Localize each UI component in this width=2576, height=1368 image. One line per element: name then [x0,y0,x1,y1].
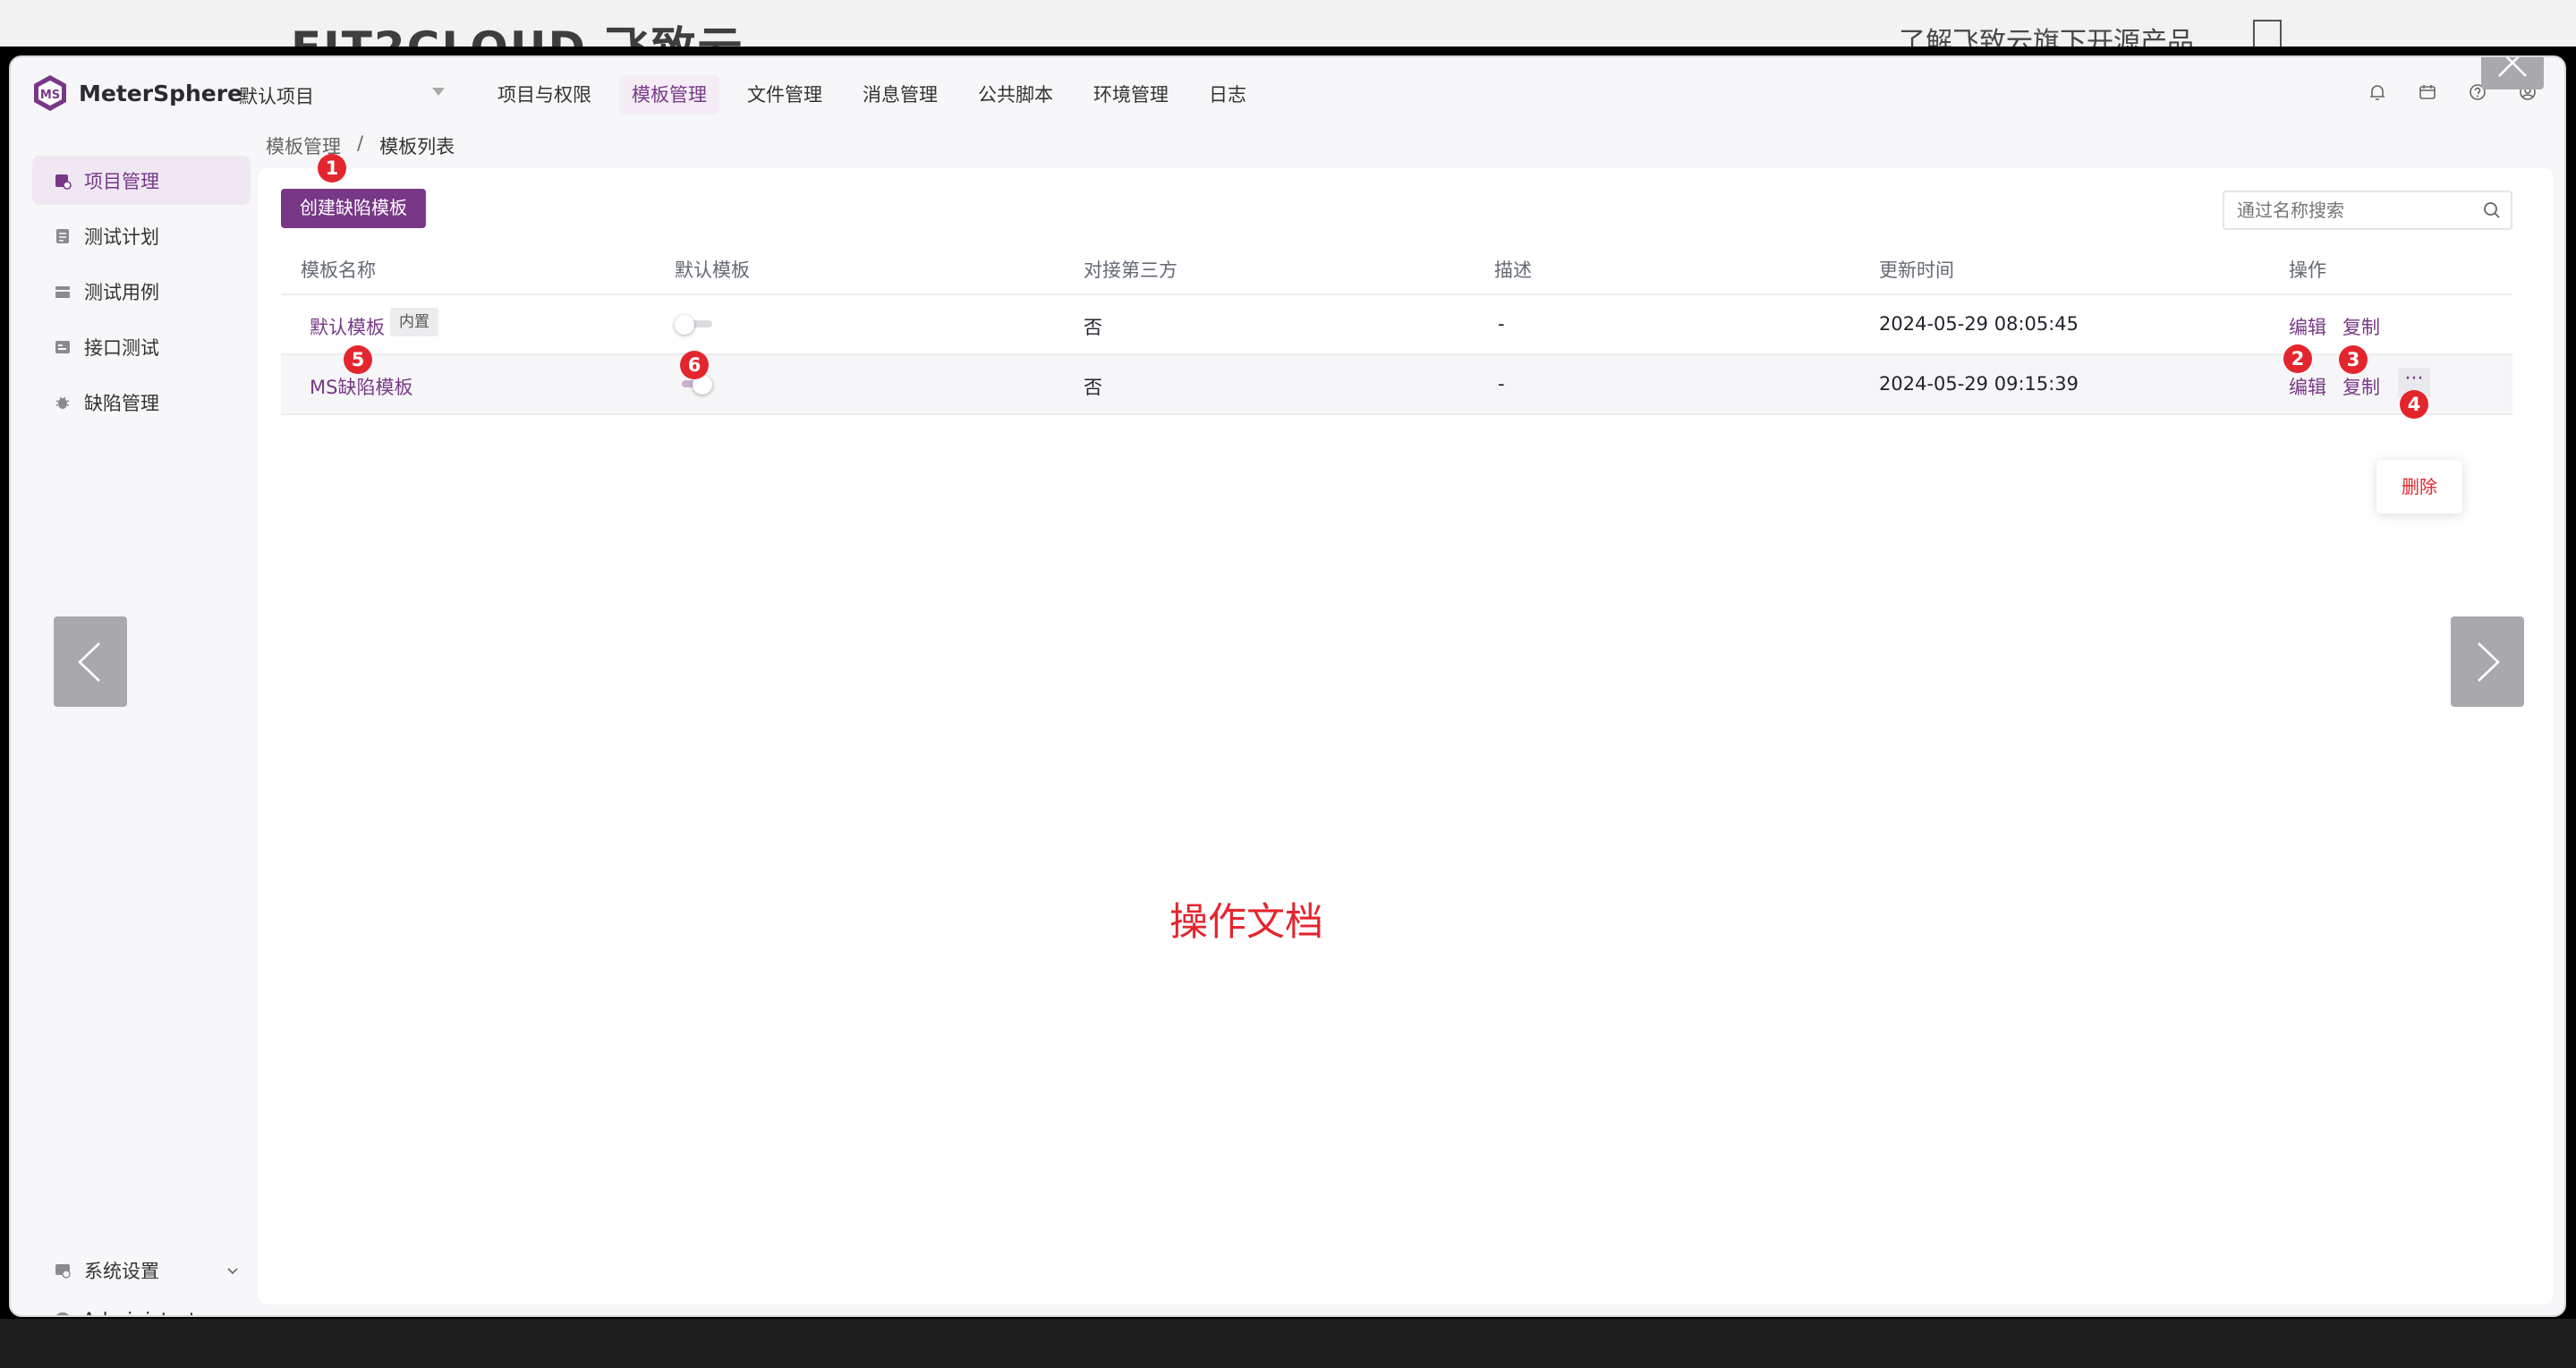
previous-image-button[interactable] [54,616,127,707]
screenshot-frame: MS MeterSphere 默认项目 项目与权限 模板管理 文件管理 消息管理… [9,55,2566,1317]
annotation-marker-2: 2 [2283,344,2312,373]
project-select[interactable]: 默认项目 [239,82,445,109]
switch-knob [675,315,694,335]
updated-time-value: 2024-05-29 09:15:39 [1879,373,2079,395]
brand-name: MeterSphere [79,80,243,106]
default-template-switch[interactable] [675,315,712,335]
table-row: 默认模板 内置 否 - 2024-05-29 08:05:45 编辑 复制 [281,295,2512,355]
header-default-template: 默认模板 [675,259,750,281]
table-header: 模板名称 默认模板 对接第三方 描述 更新时间 操作 [281,240,2512,295]
background-chevron-box [2253,20,2282,47]
project-icon [55,174,72,190]
copy-link[interactable]: 复制 [2342,313,2380,340]
header-third-party: 对接第三方 [1084,259,1177,281]
nav-template-management[interactable]: 模板管理 [619,75,719,115]
svg-text:MS: MS [40,89,60,102]
nav-public-scripts[interactable]: 公共脚本 [965,75,1066,115]
api-icon [55,340,70,353]
third-party-value: 否 [1084,317,1102,338]
chevron-right-icon [2478,642,2500,682]
third-party-value: 否 [1084,377,1102,398]
header-actions: 操作 [2289,259,2326,281]
delete-menu-item[interactable]: 删除 [2402,476,2437,497]
search-input[interactable] [2223,191,2512,230]
breadcrumb-separator: / [357,132,364,154]
background-page-header: FIT2CLOUD 飞致云 了解飞致云旗下开源产品 [0,0,2576,47]
nav-environment-management[interactable]: 环境管理 [1081,75,1181,115]
table-row: MS缺陷模板 否 - 2024-05-29 09:15:39 编辑 复制 ··· [281,355,2512,415]
user-name: Administrator [82,1310,217,1316]
nav-message-management[interactable]: 消息管理 [850,75,950,115]
chevron-left-icon [78,642,100,682]
sidebar-item-test-plan[interactable]: 测试计划 [32,211,251,260]
nav-file-management[interactable]: 文件管理 [735,75,835,115]
create-defect-template-button[interactable]: 创建缺陷模板 [281,189,426,228]
header-updated-time: 更新时间 [1879,259,1954,281]
metersphere-logo-icon: MS [34,75,66,111]
sidebar: 项目管理 测试计划 测试用例 接口测试 缺陷管理 系统设置 Administra… [11,129,261,1317]
search-icon[interactable] [2482,200,2502,220]
sidebar-item-defect-management[interactable]: 缺陷管理 [32,378,251,427]
updated-time-value: 2024-05-29 08:05:45 [1879,313,2079,335]
background-brand-text: FIT2CLOUD 飞致云 [291,13,744,47]
operation-doc-label: 操作文档 [1169,900,1323,945]
nav-project-permissions[interactable]: 项目与权限 [485,75,604,115]
bug-icon [55,396,70,409]
sidebar-item-project-management[interactable]: 项目管理 [32,156,251,205]
caret-down-icon [432,88,445,96]
edit-link[interactable]: 编辑 [2289,313,2326,340]
sidebar-item-label: 缺陷管理 [84,392,159,414]
background-promo-text: 了解飞致云旗下开源产品 [1899,27,2194,47]
topbar: MS MeterSphere 默认项目 项目与权限 模板管理 文件管理 消息管理… [11,57,2564,129]
task-center-icon[interactable] [2418,82,2437,102]
close-icon [2498,57,2527,77]
annotation-marker-4: 4 [2400,390,2428,419]
plan-icon [56,228,69,243]
lightbox-close-button[interactable] [2481,57,2544,89]
bell-icon[interactable] [2368,82,2387,102]
caret-down-icon [236,1316,251,1317]
sidebar-item-label: 测试用例 [84,281,159,303]
header-description: 描述 [1494,259,1532,281]
system-settings-label: 系统设置 [84,1261,159,1282]
edit-link[interactable]: 编辑 [2289,373,2326,400]
sidebar-item-test-case[interactable]: 测试用例 [32,267,251,316]
app-logo[interactable]: MS MeterSphere [30,73,242,113]
breadcrumb: 模板管理 / 模板列表 [266,132,455,159]
annotation-marker-1: 1 [318,154,346,183]
avatar-icon [56,1312,69,1315]
top-navigation: 项目与权限 模板管理 文件管理 消息管理 公共脚本 环境管理 日志 [485,75,1274,115]
case-icon [55,285,70,298]
sidebar-item-label: 接口测试 [84,336,159,359]
sidebar-system-settings[interactable]: 系统设置 [32,1253,251,1288]
description-value: - [1498,313,1505,335]
breadcrumb-template-list: 模板列表 [379,136,455,157]
chevron-down-icon [227,1268,238,1275]
sidebar-item-label: 测试计划 [84,225,159,248]
annotation-marker-6: 6 [680,351,709,379]
header-template-name: 模板名称 [301,259,376,281]
background-footer [0,1319,2576,1368]
next-image-button[interactable] [2451,616,2524,707]
settings-icon [55,1264,71,1279]
annotation-marker-3: 3 [2339,345,2368,374]
sidebar-item-api-test[interactable]: 接口测试 [32,322,251,371]
template-name-link[interactable]: MS缺陷模板 [310,373,412,400]
annotation-marker-5: 5 [344,345,372,374]
sidebar-item-label: 项目管理 [84,170,159,192]
copy-link[interactable]: 复制 [2342,373,2380,400]
template-name-link[interactable]: 默认模板 [310,313,385,340]
sidebar-user-menu[interactable]: Administrator [32,1303,251,1317]
description-value: - [1498,373,1505,395]
nav-logs[interactable]: 日志 [1196,75,1259,115]
builtin-tag: 内置 [390,308,438,336]
project-select-value: 默认项目 [239,86,314,107]
more-actions-dropdown: 删除 [2376,460,2462,514]
